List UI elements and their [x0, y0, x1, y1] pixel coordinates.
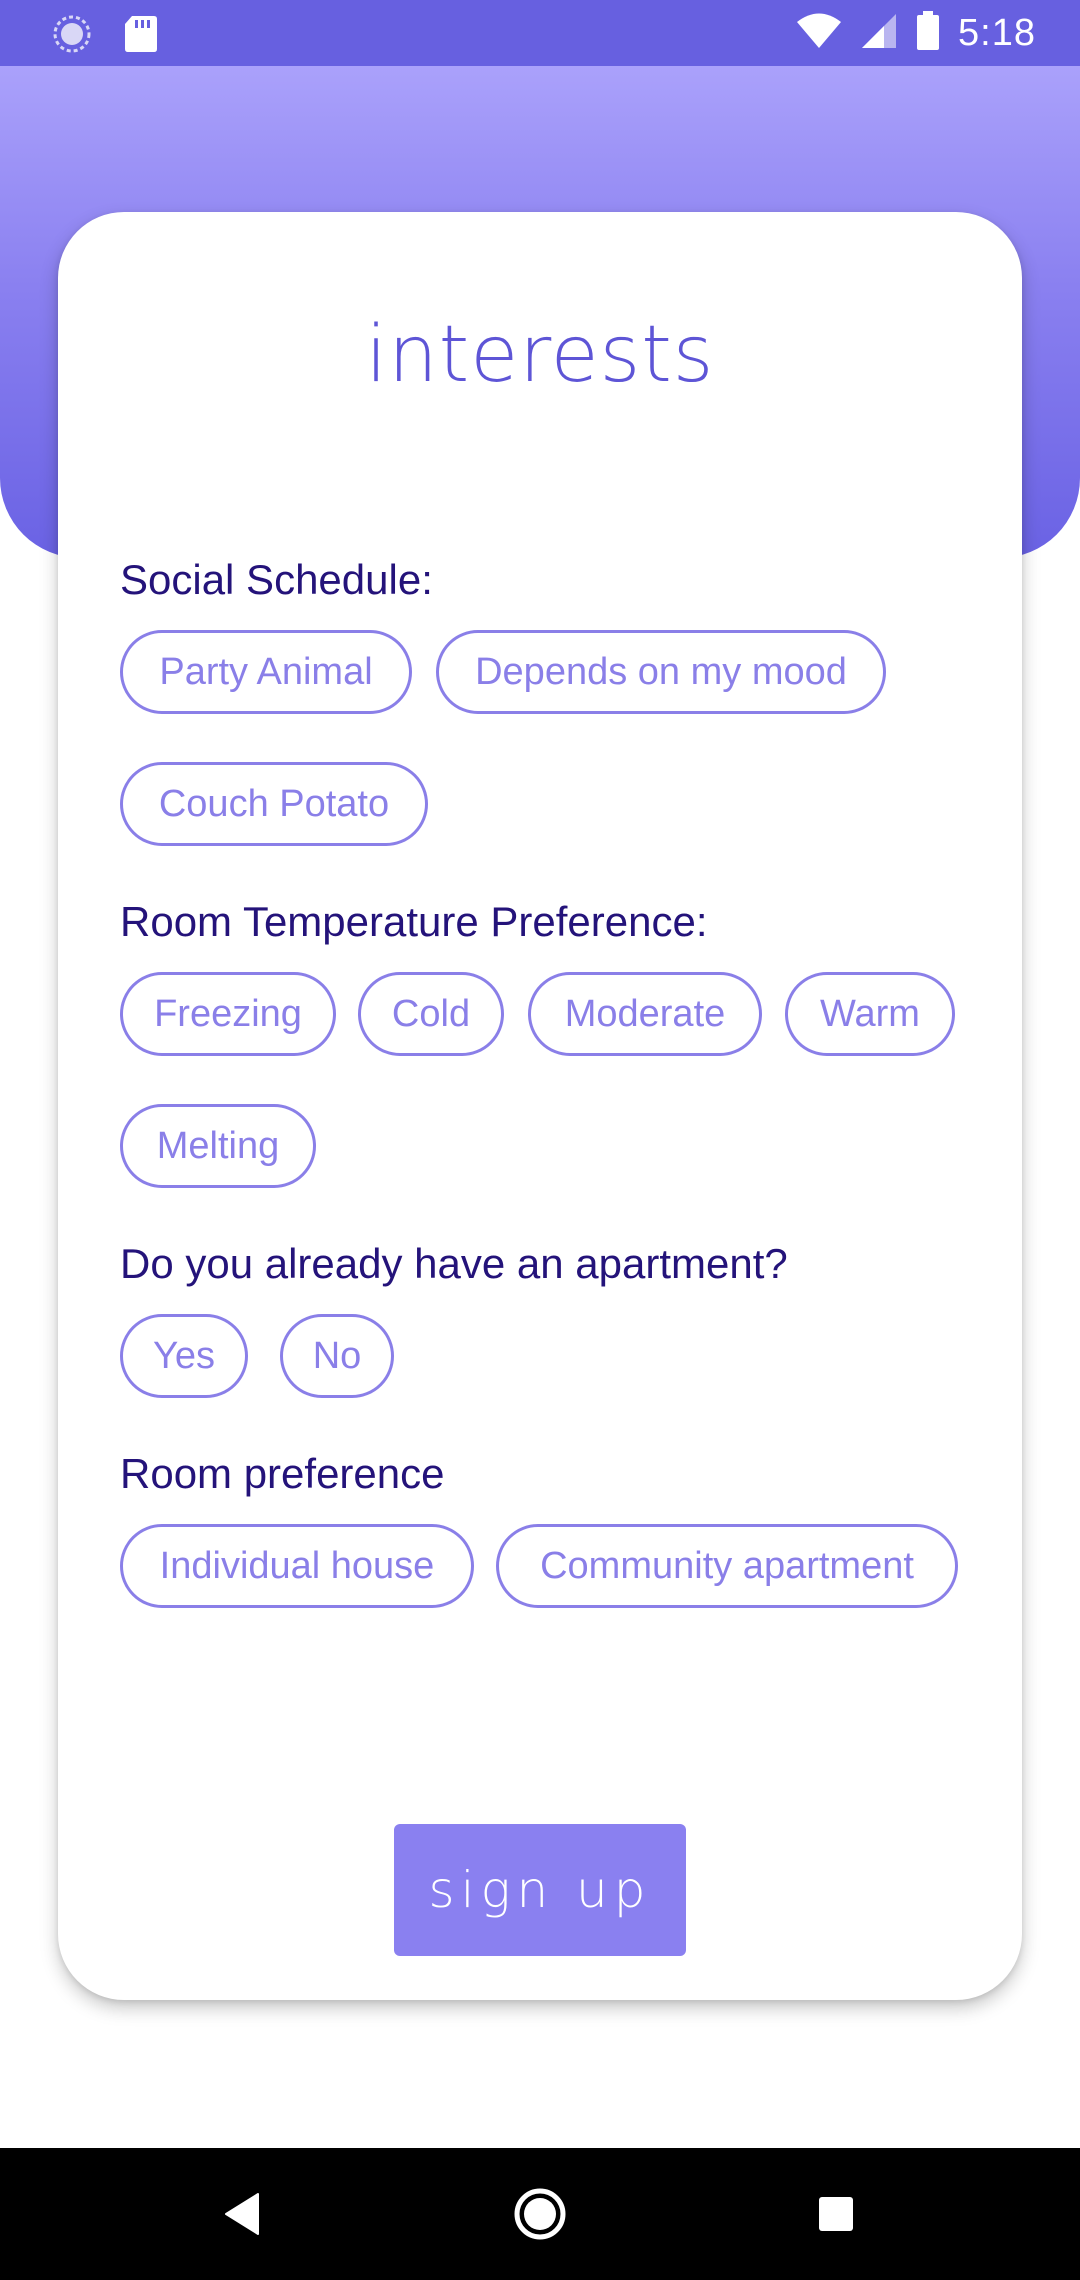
- option-party-animal[interactable]: Party Animal: [120, 630, 412, 714]
- option-depends-on-my-mood[interactable]: Depends on my mood: [436, 630, 886, 714]
- social-schedule-label: Social Schedule:: [120, 556, 433, 603]
- app-screen: 5:18 interests Social Schedule: Party An…: [0, 0, 1080, 2280]
- cell-signal-icon: [860, 13, 898, 54]
- back-icon[interactable]: [182, 2148, 302, 2280]
- status-left-icons: [52, 14, 158, 59]
- loading-icon: [52, 14, 92, 59]
- status-time: 5:18: [958, 11, 1036, 54]
- option-cold[interactable]: Cold: [358, 972, 504, 1056]
- battery-icon: [916, 10, 940, 56]
- option-yes[interactable]: Yes: [120, 1314, 248, 1398]
- option-moderate[interactable]: Moderate: [528, 972, 762, 1056]
- apartment-question-label: Do you already have an apartment?: [120, 1240, 788, 1287]
- status-right-icons: 5:18: [796, 8, 1036, 58]
- sd-card-icon: [124, 15, 158, 58]
- status-bar: 5:18: [0, 0, 1080, 66]
- home-icon[interactable]: [480, 2148, 600, 2280]
- room-temperature-label: Room Temperature Preference:: [120, 898, 708, 945]
- interests-card: interests Social Schedule: Party Animal …: [58, 212, 1022, 2000]
- signup-button[interactable]: sign up: [394, 1824, 686, 1956]
- option-warm[interactable]: Warm: [785, 972, 955, 1056]
- option-individual-house[interactable]: Individual house: [120, 1524, 474, 1608]
- wifi-icon: [796, 13, 842, 54]
- option-freezing[interactable]: Freezing: [120, 972, 336, 1056]
- option-melting[interactable]: Melting: [120, 1104, 316, 1188]
- option-no[interactable]: No: [280, 1314, 394, 1398]
- navigation-bar: [0, 2148, 1080, 2280]
- recents-icon[interactable]: [776, 2148, 896, 2280]
- page-title: interests: [365, 310, 715, 400]
- option-community-apartment[interactable]: Community apartment: [496, 1524, 958, 1608]
- option-couch-potato[interactable]: Couch Potato: [120, 762, 428, 846]
- room-preference-label: Room preference: [120, 1450, 445, 1497]
